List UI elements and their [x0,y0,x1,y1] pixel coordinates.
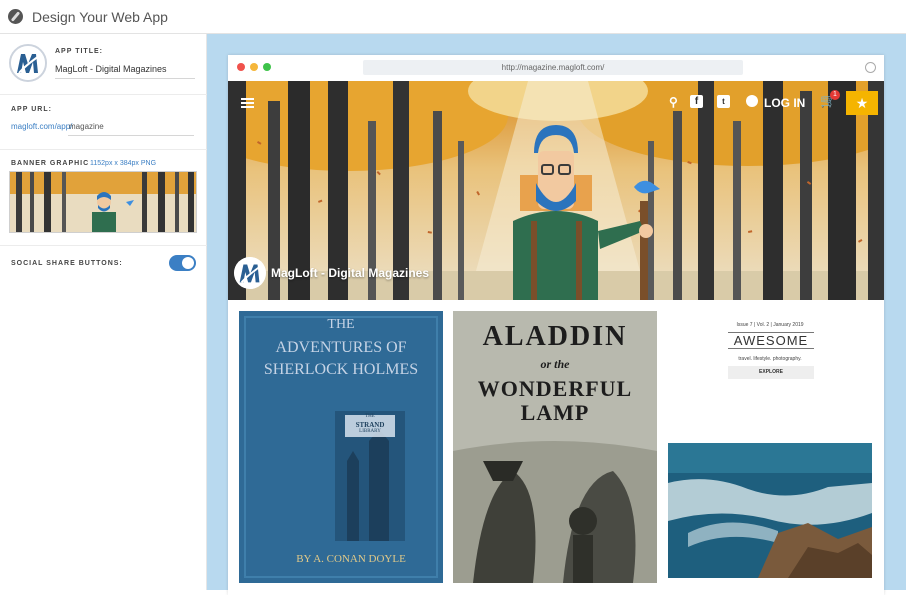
banner-graphic-label: BANNER GRAPHIC [11,160,90,167]
search-icon[interactable]: ⚲ [669,95,678,109]
app-title-section: APP TITLE: MagLoft - Digital Magazines [0,34,207,95]
app-logo-upload[interactable] [9,44,47,82]
preview-canvas: http://magazine.magloft.com/ ⚲ f t LOG I… [207,34,906,595]
aladdin-title-line3: WONDERFUL LAMP [477,376,633,425]
brand-logo[interactable] [234,257,266,289]
login-link[interactable]: LOG IN [764,96,805,110]
app-url-label: APP URL: [11,106,52,113]
aladdin-title-line1: ALADDIN [482,321,628,352]
sherlock-title-line2: ADVENTURES OF [275,339,407,356]
brand-name: MagLoft - Digital Magazines [271,266,430,280]
settings-sidebar: APP TITLE: MagLoft - Digital Magazines A… [0,34,207,590]
magloft-logo-icon [11,46,45,80]
sherlock-title-line3: SHERLOCK HOLMES [263,361,419,378]
star-icon: ★ [855,95,869,111]
banner-size-hint: 1152px x 384px PNG [90,160,157,167]
magloft-small-icon [865,62,876,73]
awesome-tagline: travel. lifestyle. photography. [738,356,802,362]
favorites-button[interactable]: ★ [846,91,878,115]
window-maximize-dot [263,63,271,71]
browser-preview: http://magazine.magloft.com/ ⚲ f t LOG I… [228,55,884,595]
strand-badge-bot: LIBRARY [359,429,381,434]
banner-graphic-section: BANNER GRAPHIC 1152px x 384px PNG [0,150,207,246]
issue-card-aladdin[interactable]: ALADDIN or the WONDERFUL LAMP [453,311,657,583]
app-url-section: APP URL: magloft.com/app/ magazine [0,95,207,150]
app-url-input[interactable]: magazine [69,122,104,131]
banner-thumbnail[interactable] [9,171,197,233]
hero-banner: ⚲ f t LOG IN 🛒 1 ★ MagLoft - Digital Mag… [228,81,884,300]
aladdin-title-line2: or the [540,357,570,371]
magloft-logo-icon [234,257,266,289]
app-title-underline [55,78,195,79]
cart-count-badge: 1 [830,90,840,100]
app-url-underline [68,135,194,136]
awesome-title: AWESOME [728,332,814,349]
ocean-cover-image [668,443,872,578]
social-share-toggle[interactable] [169,255,196,271]
twitter-icon[interactable]: t [717,95,730,108]
window-minimize-dot [250,63,258,71]
issue-card-sherlock[interactable]: THE ADVENTURES OF SHERLOCK HOLMES THE ST… [239,311,443,583]
compass-icon [8,9,23,24]
sherlock-author: BY A. CONAN DOYLE [296,553,406,565]
strand-badge-top: THE [365,414,375,419]
issue-card-ocean[interactable] [668,443,872,578]
app-title-input[interactable]: MagLoft - Digital Magazines [55,64,167,74]
awesome-issue-meta: Issue 7 | Vol. 2 | January 2019 [736,322,804,328]
app-title-label: APP TITLE: [55,48,103,55]
window-close-dot [237,63,245,71]
user-icon [746,95,758,107]
sherlock-title-line1: THE [327,317,355,332]
app-header: Design Your Web App [0,0,906,34]
strand-badge-mid: STRAND [355,421,385,429]
explore-button[interactable]: EXPLORE [728,366,814,379]
app-url-prefix: magloft.com/app/ [11,122,73,131]
address-bar: http://magazine.magloft.com/ [363,60,743,75]
hamburger-menu-icon[interactable] [241,98,254,108]
social-share-label: SOCIAL SHARE BUTTONS: [11,260,123,267]
browser-chrome: http://magazine.magloft.com/ [228,55,884,81]
social-share-section: SOCIAL SHARE BUTTONS: [0,246,207,284]
facebook-icon[interactable]: f [690,95,703,108]
banner-thumbnail-image [10,172,196,232]
issue-card-awesome[interactable]: Issue 7 | Vol. 2 | January 2019 AWESOME … [668,311,872,395]
page-title: Design Your Web App [32,9,168,25]
